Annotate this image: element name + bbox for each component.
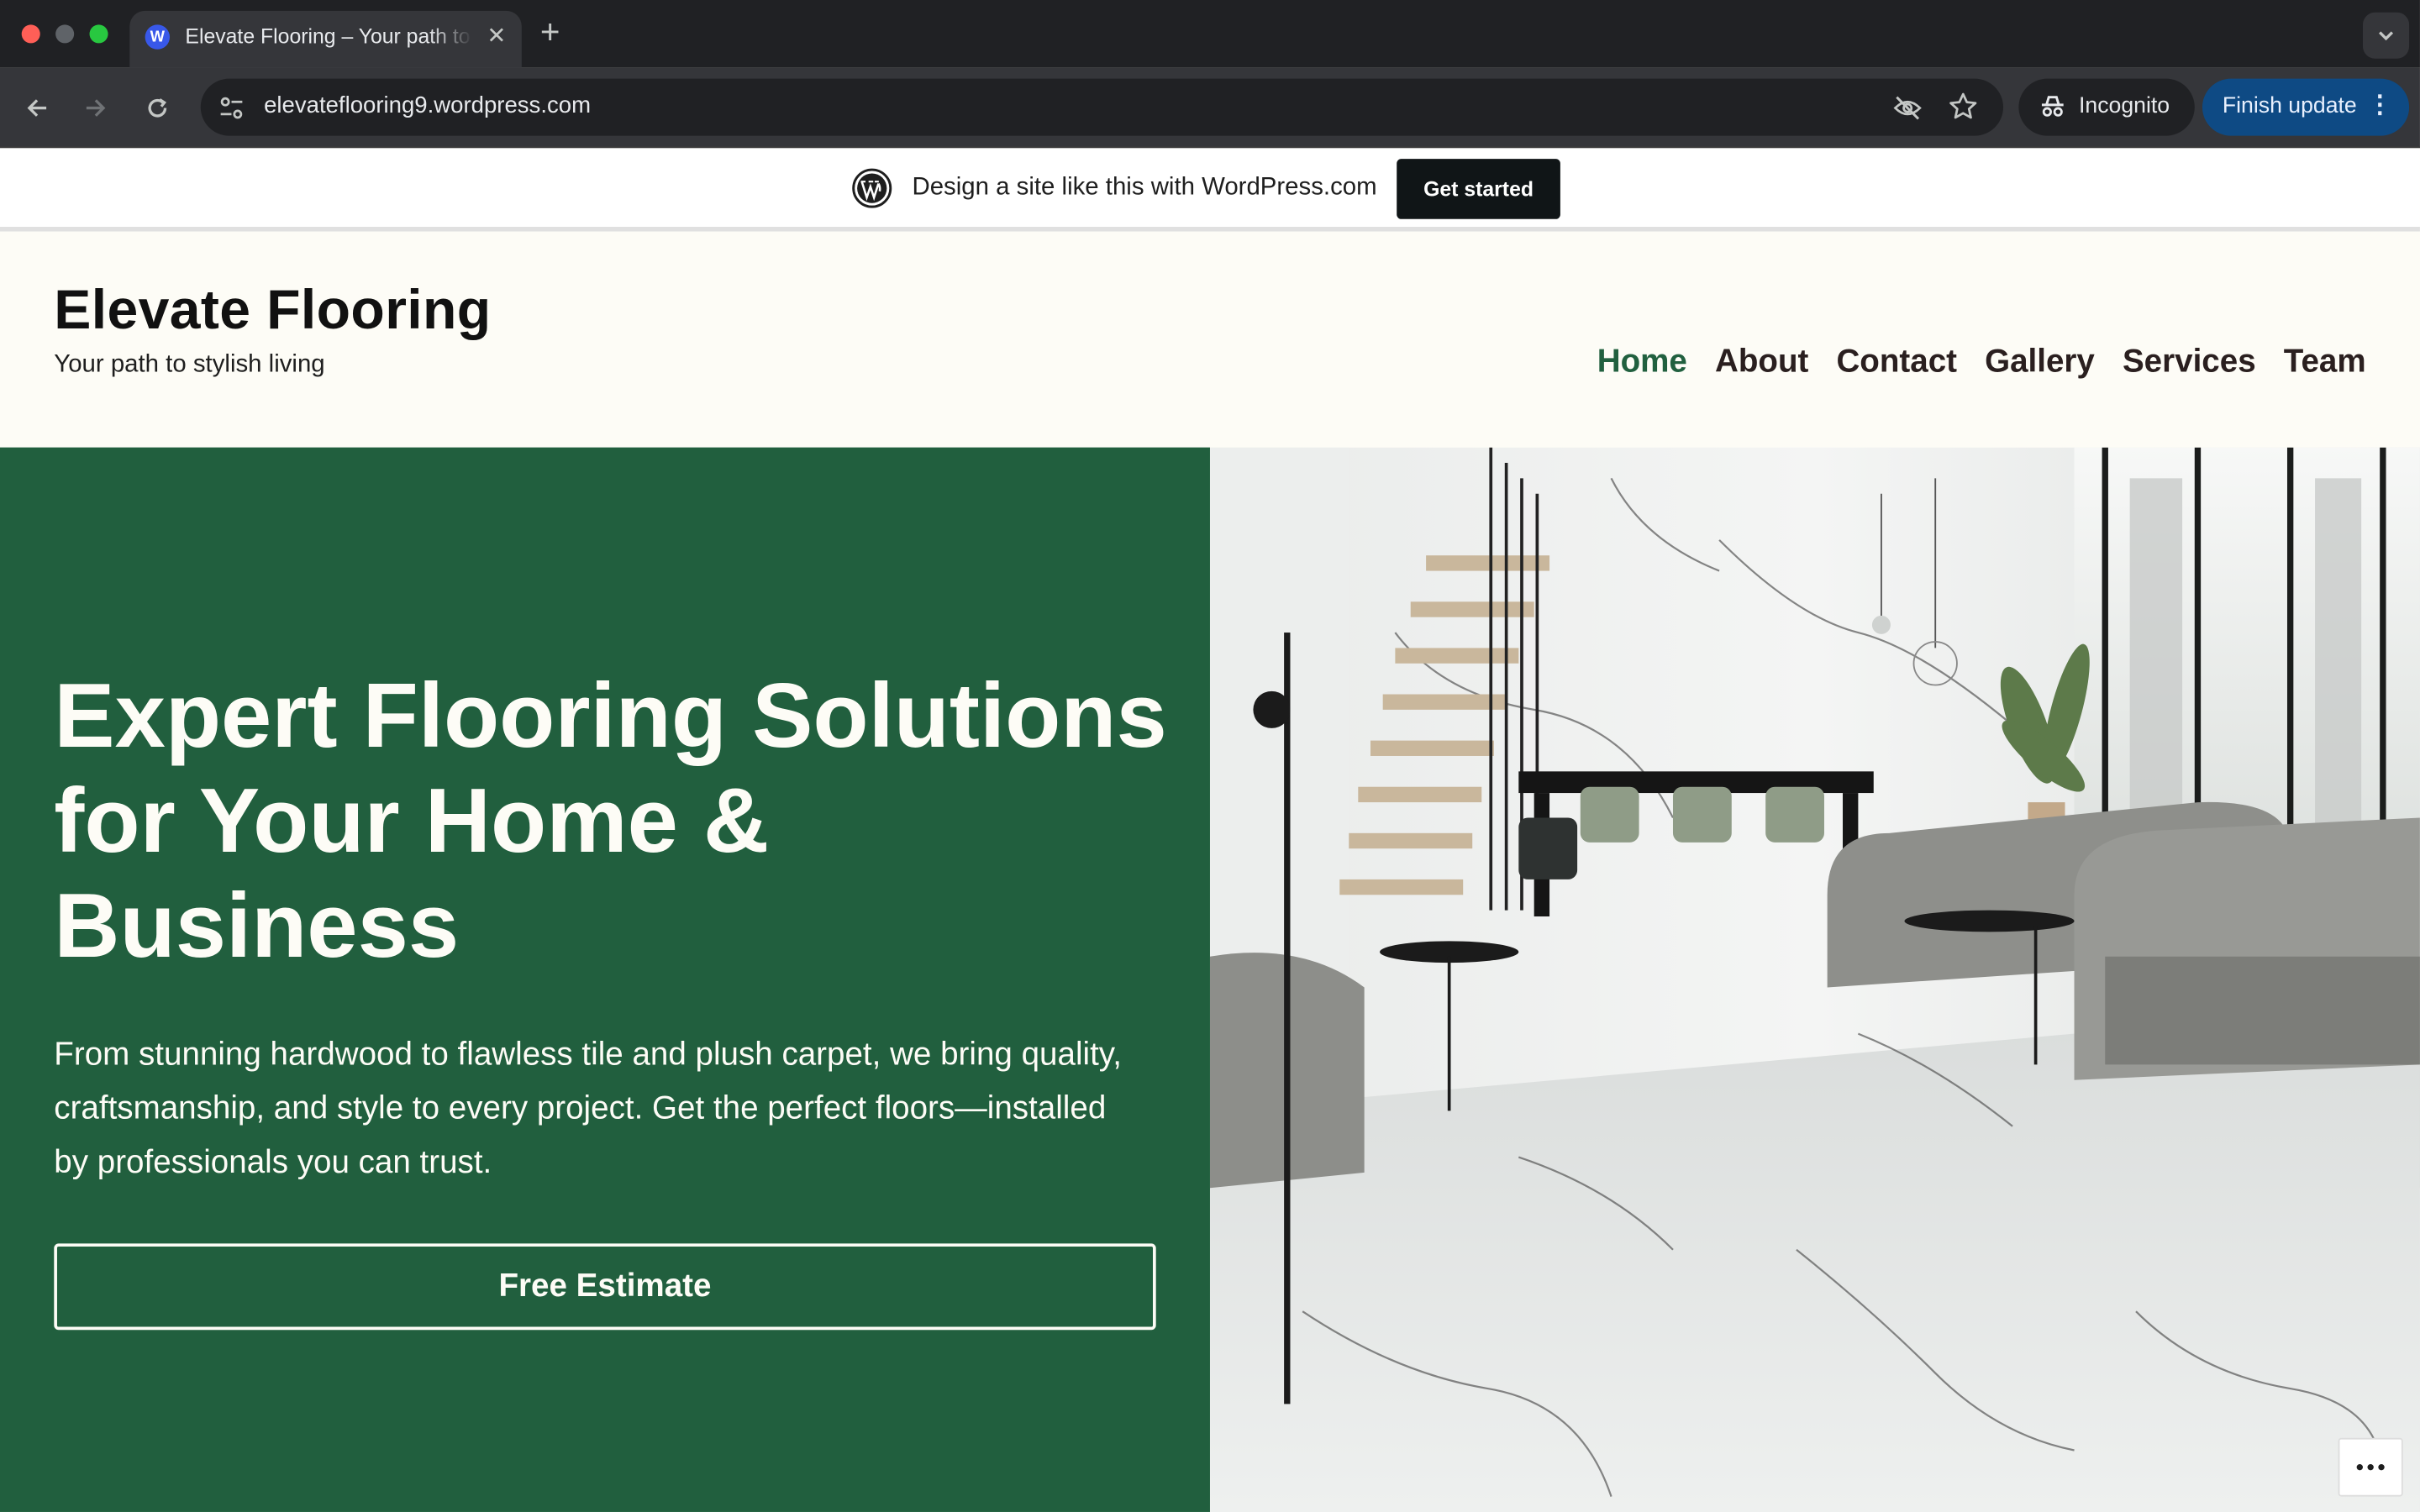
ellipsis-dot bbox=[2367, 1464, 2374, 1471]
close-window-button[interactable] bbox=[21, 24, 40, 44]
bookmark-star-icon[interactable] bbox=[1948, 91, 1979, 122]
back-button[interactable] bbox=[17, 88, 57, 129]
primary-navigation: Home About Contact Gallery Services Team bbox=[1597, 344, 2366, 381]
wordpress-promo-banner: Design a site like this with WordPress.c… bbox=[0, 148, 2420, 232]
nav-item-contact[interactable]: Contact bbox=[1836, 344, 1957, 381]
free-estimate-button[interactable]: Free Estimate bbox=[54, 1243, 1156, 1331]
finish-update-label: Finish update bbox=[2222, 94, 2357, 119]
url-text: elevateflooring9.wordpress.com bbox=[264, 92, 592, 119]
nav-item-gallery[interactable]: Gallery bbox=[1985, 344, 2095, 381]
incognito-icon bbox=[2041, 96, 2064, 117]
site-header: Elevate Flooring Your path to stylish li… bbox=[0, 234, 2420, 448]
reload-button[interactable] bbox=[137, 88, 177, 129]
address-bar[interactable]: elevateflooring9.wordpress.com bbox=[200, 78, 2004, 136]
ellipsis-dot bbox=[2356, 1464, 2363, 1471]
browser-tab-strip: W Elevate Flooring – Your path to stylis… bbox=[0, 0, 2420, 68]
reload-icon bbox=[148, 98, 167, 118]
maximize-window-button[interactable] bbox=[89, 24, 108, 44]
hero-section: Expert Flooring Solutions for Your Home … bbox=[0, 447, 1210, 1512]
site-tagline: Your path to stylish living bbox=[54, 351, 325, 378]
forward-button[interactable] bbox=[76, 88, 116, 129]
promo-text: Design a site like this with WordPress.c… bbox=[912, 174, 1377, 201]
tab-search-button[interactable] bbox=[2362, 12, 2410, 59]
nav-item-services[interactable]: Services bbox=[2123, 344, 2256, 381]
hero-description: From stunning hardwood to flawless tile … bbox=[54, 1037, 1122, 1181]
arrow-left-icon bbox=[27, 99, 47, 117]
incognito-indicator[interactable]: Incognito bbox=[2018, 78, 2195, 136]
chevron-down-icon bbox=[2379, 31, 2394, 41]
more-vertical-icon[interactable]: ⋮ bbox=[2367, 92, 2391, 120]
get-started-button[interactable]: Get started bbox=[1397, 159, 1560, 219]
interior-illustration bbox=[1209, 447, 2420, 1512]
site-info-icon[interactable] bbox=[216, 92, 247, 123]
browser-toolbar: elevateflooring9.wordpress.com Incognito… bbox=[0, 67, 2420, 149]
new-tab-button[interactable]: + bbox=[540, 13, 560, 51]
hero-interior-image bbox=[1209, 447, 2420, 1512]
nav-item-team[interactable]: Team bbox=[2284, 344, 2366, 381]
wordpress-logo-icon[interactable] bbox=[852, 168, 892, 208]
hero-heading: Expert Flooring Solutions for Your Home … bbox=[54, 664, 1167, 977]
wordpress-favicon-icon: W bbox=[145, 24, 171, 50]
tab-title: Elevate Flooring – Your path to stylish … bbox=[185, 24, 472, 48]
more-options-button[interactable] bbox=[2338, 1437, 2403, 1497]
nav-item-home[interactable]: Home bbox=[1597, 344, 1687, 381]
close-tab-icon[interactable]: ✕ bbox=[487, 22, 506, 50]
finish-update-button[interactable]: Finish update ⋮ bbox=[2202, 78, 2410, 136]
arrow-right-icon bbox=[86, 99, 106, 117]
site-title[interactable]: Elevate Flooring bbox=[54, 278, 491, 343]
ellipsis-dot bbox=[2378, 1464, 2385, 1471]
browser-tab[interactable]: W Elevate Flooring – Your path to stylis… bbox=[129, 10, 522, 68]
nav-item-about[interactable]: About bbox=[1715, 344, 1808, 381]
eye-off-icon[interactable] bbox=[1892, 92, 1923, 123]
incognito-label: Incognito bbox=[2079, 94, 2170, 119]
minimize-window-button[interactable] bbox=[55, 24, 75, 44]
